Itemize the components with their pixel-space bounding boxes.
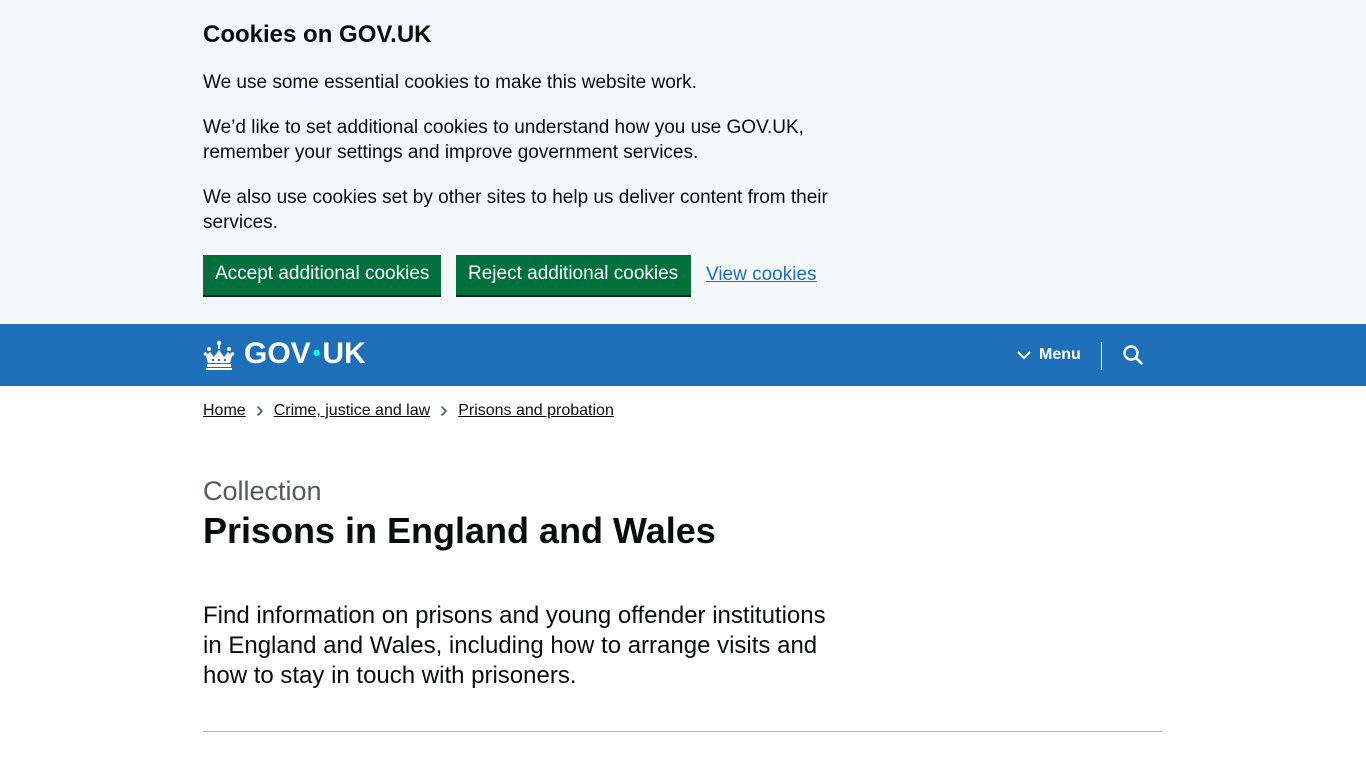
header-divider (1101, 342, 1102, 370)
section-divider (203, 731, 1163, 732)
menu-button[interactable]: Menu (1016, 344, 1081, 366)
cookie-paragraph-third-party: We also use cookies set by other sites t… (203, 187, 828, 233)
view-cookies-link[interactable]: View cookies (706, 262, 817, 287)
cookie-paragraph-additional: We’d like to set additional cookies to u… (203, 117, 804, 163)
search-icon (1123, 345, 1143, 365)
crown-icon (203, 340, 235, 370)
govuk-logo-link[interactable]: GOV•UK (203, 337, 366, 373)
breadcrumb-prisons-probation[interactable]: Prisons and probation (458, 401, 614, 421)
search-button[interactable] (1122, 344, 1144, 366)
breadcrumb-home[interactable]: Home (203, 401, 246, 421)
menu-label: Menu (1039, 346, 1081, 363)
page-caption: Collection (203, 476, 322, 506)
govuk-wordmark: GOV•UK (244, 337, 366, 373)
chevron-right-icon (256, 405, 263, 417)
logo-text-uk: UK (322, 337, 366, 370)
cookie-paragraph-essential: We use some essential cookies to make th… (203, 72, 697, 93)
breadcrumb-crime-justice-law[interactable]: Crime, justice and law (274, 401, 431, 421)
breadcrumb: Home Crime, justice and law Prisons and … (203, 401, 614, 421)
logo-text-gov: GOV (244, 337, 311, 370)
chevron-right-icon (441, 405, 448, 417)
cookie-banner: Cookies on GOV.UK We use some essential … (0, 0, 1366, 324)
lead-paragraph: Find information on prisons and young of… (203, 602, 826, 689)
cookie-banner-title: Cookies on GOV.UK (203, 21, 432, 48)
reject-cookies-button[interactable]: Reject additional cookies (456, 255, 691, 295)
logo-dot: • (312, 340, 321, 365)
site-header: GOV•UK Menu (0, 324, 1366, 386)
chevron-down-icon (1017, 351, 1031, 360)
page-title: Prisons in England and Wales (203, 510, 716, 551)
accept-cookies-button[interactable]: Accept additional cookies (203, 255, 441, 295)
